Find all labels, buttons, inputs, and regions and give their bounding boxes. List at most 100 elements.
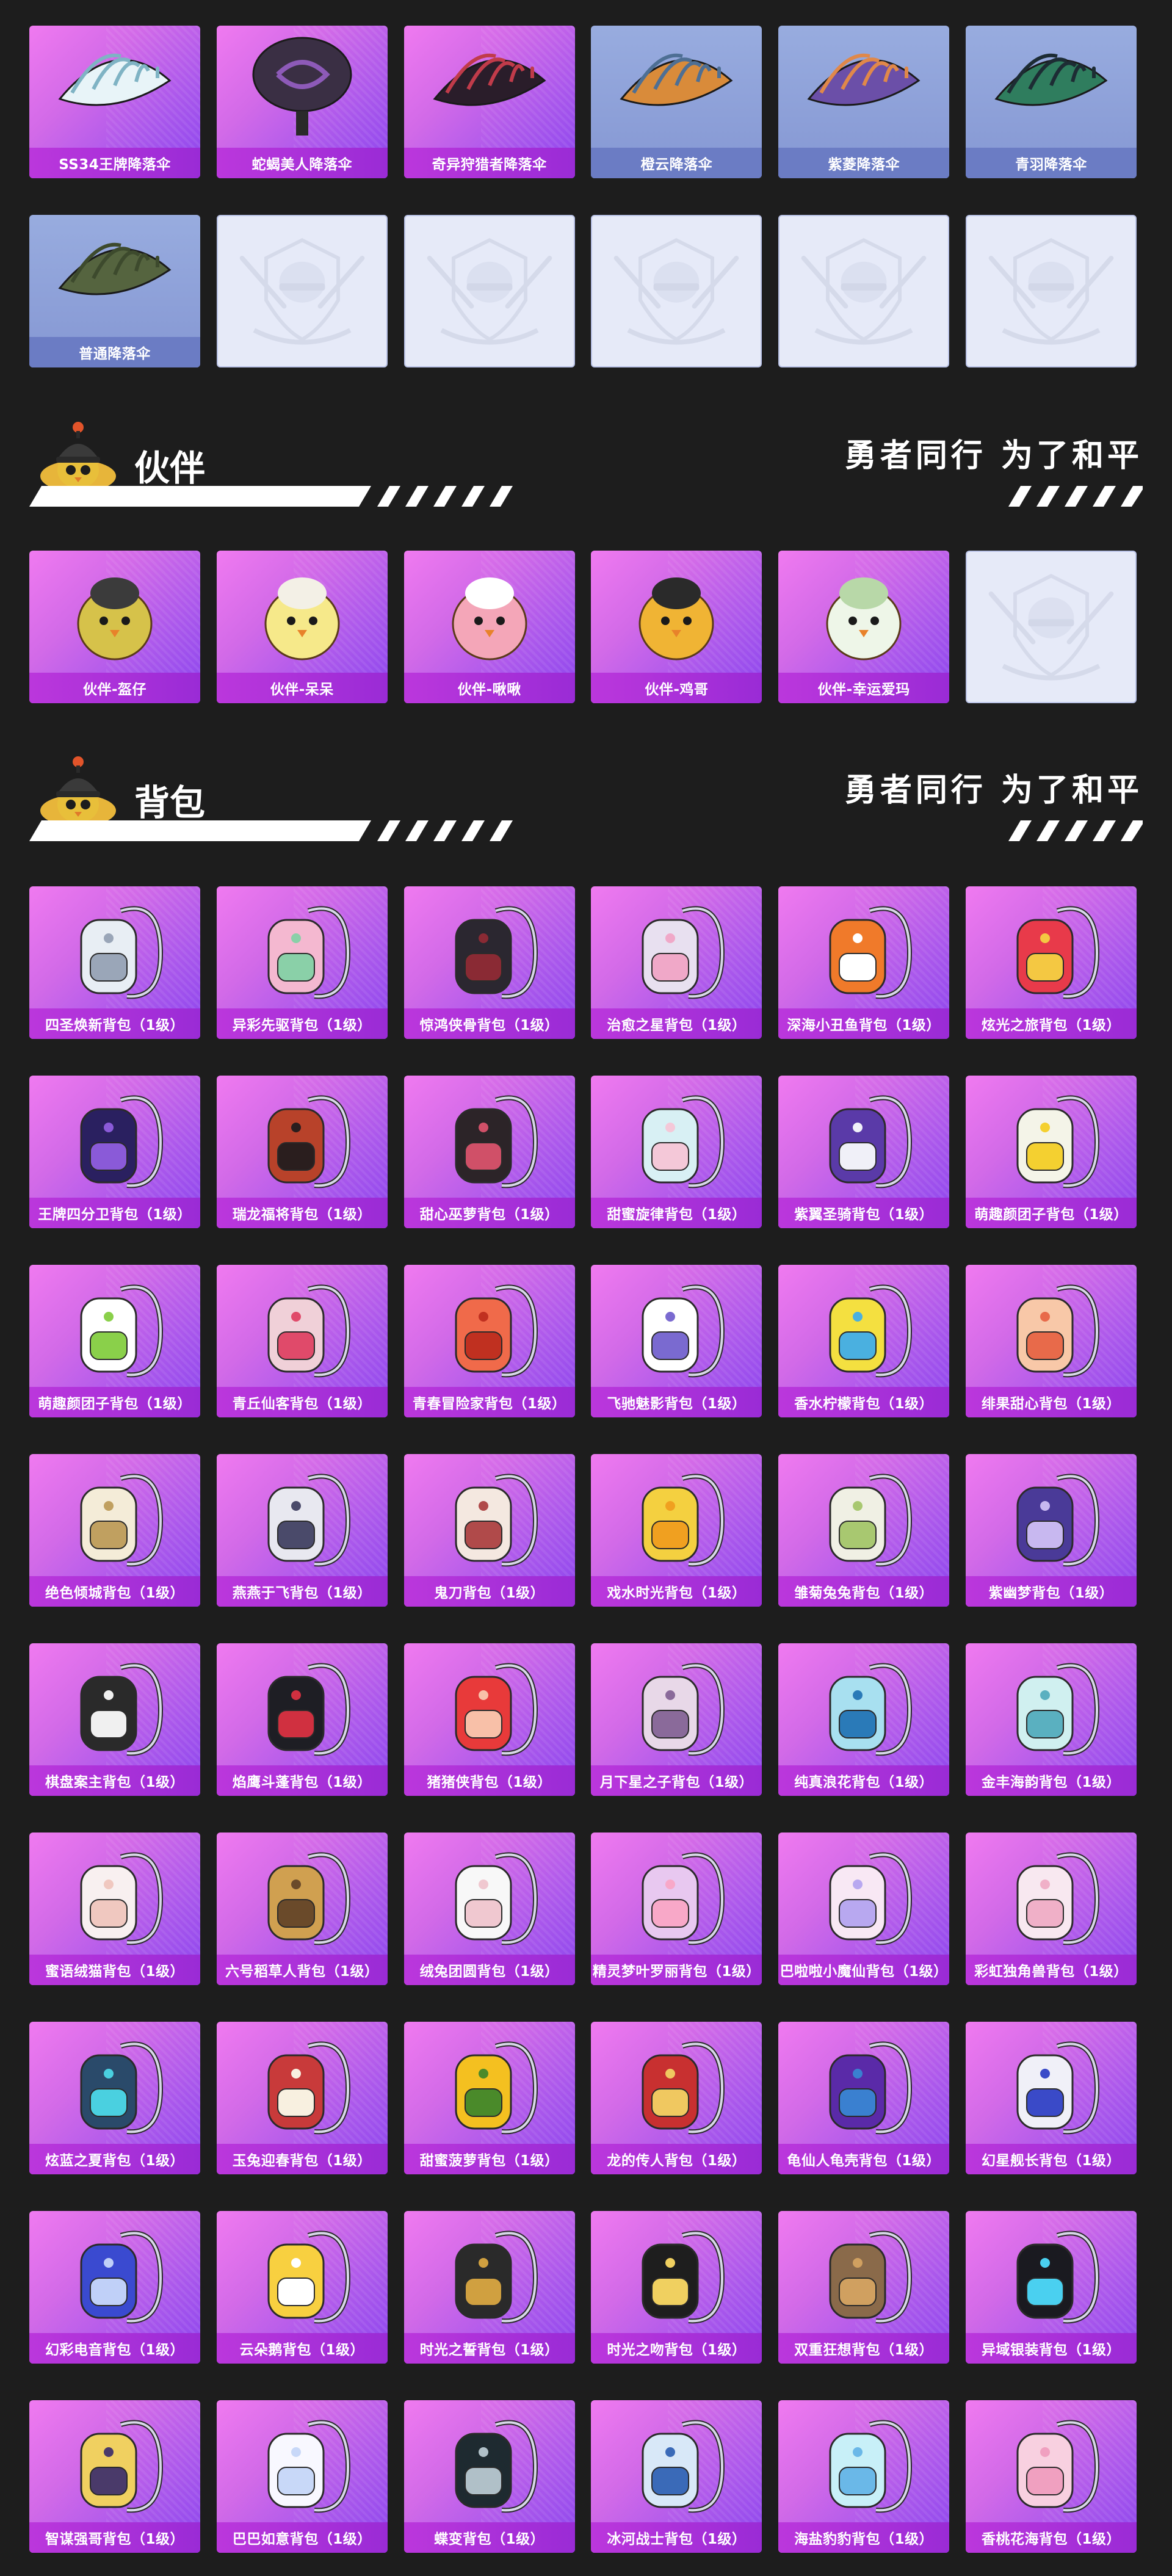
item-card[interactable]: 治愈之星背包（1级） (591, 886, 762, 1039)
item-card[interactable]: 幻彩电音背包（1级） (29, 2211, 200, 2364)
item-card[interactable]: 龟仙人龟壳背包（1级） (778, 2022, 950, 2174)
item-card[interactable]: 冰河战士背包（1级） (591, 2400, 762, 2553)
item-card[interactable]: 六号稻草人背包（1级） (216, 1833, 388, 1985)
item-card[interactable]: 异彩先驱背包（1级） (216, 886, 388, 1039)
companion-grid: 伙伴-盔仔 伙伴-呆呆 伙伴-啾啾 伙伴-鸡哥 伙伴-幸运爱玛 (29, 551, 1137, 703)
parachute-icon (433, 53, 546, 106)
item-card[interactable]: 深海小丑鱼背包（1级） (778, 886, 950, 1039)
backpack-icon (80, 2420, 164, 2513)
item-card[interactable]: 橙云降落伞 (591, 26, 762, 178)
item-card[interactable]: 棋盘案主背包（1级） (29, 1643, 200, 1796)
item-label: 双重狂想背包（1级） (778, 2333, 950, 2364)
item-card[interactable]: 蜜语绒猫背包（1级） (29, 1833, 200, 1985)
empty-slot-card[interactable] (591, 215, 762, 367)
item-card[interactable]: SS34王牌降落伞 (29, 26, 200, 178)
item-card[interactable]: 伙伴-幸运爱玛 (778, 551, 950, 703)
item-card[interactable]: 青羽降落伞 (965, 26, 1137, 178)
item-card[interactable]: 炫光之旅背包（1级） (965, 886, 1137, 1039)
item-card[interactable]: 王牌四分卫背包（1级） (29, 1076, 200, 1228)
item-card[interactable]: 雏菊兔兔背包（1级） (778, 1454, 950, 1607)
item-label: 青羽降落伞 (965, 148, 1137, 178)
item-label: 巴巴如意背包（1级） (216, 2522, 388, 2553)
item-card[interactable]: 绝色倾城背包（1级） (29, 1454, 200, 1607)
backpack-icon (455, 2230, 538, 2324)
item-card[interactable]: 甜蜜旋律背包（1级） (591, 1076, 762, 1228)
item-card[interactable]: 绒兔团圆背包（1级） (403, 1833, 575, 1985)
item-card[interactable]: 云朵鹅背包（1级） (216, 2211, 388, 2364)
item-label: 棋盘案主背包（1级） (29, 1765, 200, 1796)
item-card[interactable]: 纯真浪花背包（1级） (778, 1643, 950, 1796)
item-card[interactable]: 金丰海韵背包（1级） (965, 1643, 1137, 1796)
item-card[interactable]: 蝶变背包（1级） (403, 2400, 575, 2553)
item-label: 龙的传人背包（1级） (591, 2144, 762, 2174)
item-label: 时光之吻背包（1级） (591, 2333, 762, 2364)
item-card[interactable]: 青丘仙客背包（1级） (216, 1265, 388, 1417)
item-card[interactable]: 伙伴-鸡哥 (591, 551, 762, 703)
empty-slot-card[interactable] (216, 215, 388, 367)
item-card[interactable]: 飞驰魅影背包（1级） (591, 1265, 762, 1417)
empty-slot-card[interactable] (403, 215, 575, 367)
item-card[interactable]: 燕燕于飞背包（1级） (216, 1454, 388, 1607)
item-card[interactable]: 紫幽梦背包（1级） (965, 1454, 1137, 1607)
item-label: 萌趣颜团子背包（1级） (29, 1387, 200, 1417)
item-label: 雏菊兔兔背包（1级） (778, 1576, 950, 1607)
item-card[interactable]: 巴啦啦小魔仙背包（1级） (778, 1833, 950, 1985)
item-card[interactable]: 戏水时光背包（1级） (591, 1454, 762, 1607)
item-card[interactable]: 幻星舰长背包（1级） (965, 2022, 1137, 2174)
item-card[interactable]: 时光之吻背包（1级） (591, 2211, 762, 2364)
item-card[interactable]: 智谋强哥背包（1级） (29, 2400, 200, 2553)
emblem-icon (239, 238, 365, 345)
item-card[interactable]: 伙伴-呆呆 (216, 551, 388, 703)
item-card[interactable]: 普通降落伞 (29, 215, 200, 367)
item-card[interactable]: 甜心巫萝背包（1级） (403, 1076, 575, 1228)
item-card[interactable]: 海盐豹豹背包（1级） (778, 2400, 950, 2553)
item-label: 异彩先驱背包（1级） (216, 1008, 388, 1039)
backpack-icon (1016, 906, 1099, 999)
item-card[interactable]: 香桃花海背包（1级） (965, 2400, 1137, 2553)
item-card[interactable]: 异域银装背包（1级） (965, 2211, 1137, 2364)
companion-icon (826, 577, 902, 660)
item-card[interactable]: 香水柠檬背包（1级） (778, 1265, 950, 1417)
empty-slot-card[interactable] (965, 551, 1137, 703)
item-card[interactable]: 萌趣颜团子背包（1级） (29, 1265, 200, 1417)
item-card[interactable]: 双重狂想背包（1级） (778, 2211, 950, 2364)
item-label: 伙伴-幸运爱玛 (778, 673, 950, 703)
item-card[interactable]: 绯果甜心背包（1级） (965, 1265, 1137, 1417)
item-card[interactable]: 时光之誓背包（1级） (403, 2211, 575, 2364)
item-card[interactable]: 猪猪侠背包（1级） (403, 1643, 575, 1796)
item-card[interactable]: 龙的传人背包（1级） (591, 2022, 762, 2174)
item-label: 甜心巫萝背包（1级） (403, 1198, 575, 1228)
item-card[interactable]: 紫翼圣骑背包（1级） (778, 1076, 950, 1228)
item-card[interactable]: 精灵梦叶罗丽背包（1级） (591, 1833, 762, 1985)
parachute-icon (252, 37, 352, 136)
item-card[interactable]: 巴巴如意背包（1级） (216, 2400, 388, 2553)
item-card[interactable]: 奇异狩猎者降落伞 (403, 26, 575, 178)
item-card[interactable]: 伙伴-啾啾 (403, 551, 575, 703)
item-card[interactable]: 炫蓝之夏背包（1级） (29, 2022, 200, 2174)
item-card[interactable]: 紫菱降落伞 (778, 26, 950, 178)
item-card[interactable]: 彩虹独角兽背包（1级） (965, 1833, 1137, 1985)
item-card[interactable]: 四圣焕新背包（1级） (29, 886, 200, 1039)
item-card[interactable]: 瑞龙福将背包（1级） (216, 1076, 388, 1228)
item-card[interactable]: 蛇蝎美人降落伞 (216, 26, 388, 178)
item-card[interactable]: 青春冒险家背包（1级） (403, 1265, 575, 1417)
empty-slot-card[interactable] (965, 215, 1137, 367)
item-card[interactable]: 甜蜜菠萝背包（1级） (403, 2022, 575, 2174)
backpack-icon (829, 1663, 913, 1756)
item-card[interactable]: 伙伴-盔仔 (29, 551, 200, 703)
item-card[interactable]: 焰鹰斗蓬背包（1级） (216, 1643, 388, 1796)
empty-slot-card[interactable] (778, 215, 950, 367)
item-label: 惊鸿侠骨背包（1级） (403, 1008, 575, 1039)
item-label: 纯真浪花背包（1级） (778, 1765, 950, 1796)
item-card[interactable]: 鬼刀背包（1级） (403, 1454, 575, 1607)
backpack-icon (267, 906, 350, 999)
backpack-icon (267, 1474, 350, 1567)
item-card[interactable]: 萌趣颜团子背包（1级） (965, 1076, 1137, 1228)
emblem-icon (614, 238, 739, 345)
backpack-icon (80, 2230, 164, 2324)
item-card[interactable]: 月下星之子背包（1级） (591, 1643, 762, 1796)
item-card[interactable]: 玉兔迎春背包（1级） (216, 2022, 388, 2174)
item-label: 香水柠檬背包（1级） (778, 1387, 950, 1417)
item-label: 普通降落伞 (29, 337, 200, 367)
item-card[interactable]: 惊鸿侠骨背包（1级） (403, 886, 575, 1039)
